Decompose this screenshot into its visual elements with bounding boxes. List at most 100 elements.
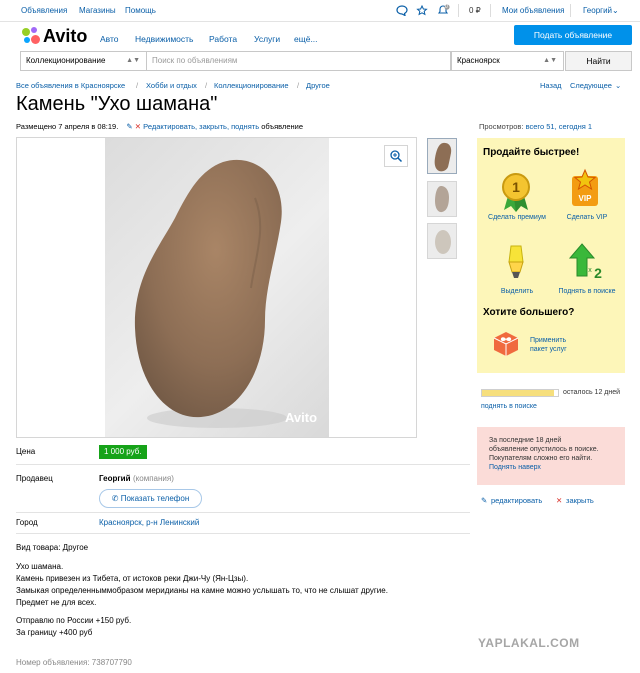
city-link[interactable]: Красноярск, р-н Ленинский [99,518,199,527]
promo-panel: Продайте быстрее! 1 Сделать премиум VIP … [477,138,625,373]
description-line: Предмет не для всех. [16,598,97,607]
description-line: Ухо шамана. [16,562,64,571]
svg-text:1: 1 [512,179,520,195]
expiry-progress-fill [482,390,555,396]
seller-name[interactable]: Георгий [99,474,131,483]
warning-line-1: За последние 18 дней [489,437,562,444]
ranking-warning: За последние 18 дней объявление опустило… [477,427,625,485]
pencil-icon[interactable]: ✎ [481,496,487,505]
apply-bundle-link-2[interactable]: пакет услуг [530,346,567,353]
nav-jobs[interactable]: Работа [209,34,237,44]
chevron-down-icon[interactable]: ⌄ [615,81,621,90]
nav-shops-link[interactable]: Магазины [79,6,116,15]
price-value: 1 000 руб. [99,445,147,459]
pager-next[interactable]: Следующее [570,81,612,90]
raise-to-top-link[interactable]: Поднять наверх [489,463,619,472]
pager-back[interactable]: Назад [540,81,562,90]
breadcrumb-all[interactable]: Все объявления в Красноярске [16,81,125,90]
promo-title: Продайте быстрее! [483,147,580,158]
page-title: Камень "Ухо шамана" [16,93,218,115]
divider [490,4,491,17]
photo-thumbnail[interactable] [427,181,457,217]
seller-type: (компания) [133,474,174,483]
photo-thumbnail[interactable] [427,138,457,174]
photo-watermark: Avito [285,410,318,425]
ad-number: Номер объявления: 738707790 [16,658,132,667]
logo-text[interactable]: Avito [43,26,87,47]
warning-line-2: объявление опустилось в поиске. [489,446,599,453]
breadcrumb-separator: / [205,81,208,90]
views-value[interactable]: всего 51, сегодня 1 [526,122,593,131]
top-bar: Объявления Магазины Помощь 0 0 ₽ Мои объ… [0,0,640,22]
search-input[interactable]: Поиск по объявлениям [147,51,451,71]
highlighter-icon[interactable] [501,242,531,282]
nav-services[interactable]: Услуги [254,34,280,44]
chat-icon[interactable] [396,5,408,16]
favorites-icon[interactable] [416,5,428,16]
edit-link[interactable]: редактировать [491,496,542,505]
make-premium-link[interactable]: Сделать премиум [479,214,555,221]
stone-photo-image [134,159,287,428]
days-remaining: осталось 12 дней [563,389,621,396]
svg-text:VIP: VIP [579,194,593,203]
breadcrumb-other[interactable]: Другое [306,81,330,90]
avito-logo-icon[interactable] [22,27,40,45]
nav-more[interactable]: ещё... [294,34,318,44]
category-select[interactable]: Коллекционирование ▲▼ [20,51,147,71]
post-ad-button[interactable]: Подать объявление [514,25,632,45]
photo-thumbnail[interactable] [427,223,457,259]
raise-in-search-link[interactable]: Поднять в поиске [547,288,627,295]
shipping-russia: Отправлю по России +150 руб. [16,616,132,625]
close-link[interactable]: закрыть [566,496,594,505]
phone-icon: ✆ [111,494,119,503]
pencil-icon[interactable]: ✎ [126,122,132,131]
nav-ads-link[interactable]: Объявления [21,6,67,15]
close-x-icon[interactable]: ✕ [135,122,141,131]
price-label: Цена [16,447,36,456]
make-vip-link[interactable]: Сделать VIP [549,214,625,221]
raise-arrow-icon[interactable]: 2 x [568,242,604,282]
close-x-icon[interactable]: ✕ [556,496,562,505]
vip-star-icon[interactable]: VIP [568,168,602,210]
notify-count: 0 [445,4,448,10]
expiry-progress-bar [481,389,559,397]
zoom-magnifier-icon [390,150,403,163]
premium-medal-icon[interactable]: 1 [499,170,533,212]
breadcrumb-collecting[interactable]: Коллекционирование [214,81,288,90]
services-bundle-icon[interactable] [491,328,521,358]
zoom-button[interactable] [384,145,408,167]
search-button[interactable]: Найти [565,51,632,71]
breadcrumb-separator: / [297,81,300,90]
nav-auto[interactable]: Авто [100,34,119,44]
item-type: Вид товара: Другое [16,543,89,552]
nav-realty[interactable]: Недвижимость [135,34,193,44]
divider [570,4,571,17]
views-counter: Просмотров: всего 51, сегодня 1 [479,122,593,131]
description-line: Камень привезен из Тибета, от истоков ре… [16,574,249,583]
svg-text:2: 2 [594,265,602,281]
breadcrumb-hobby[interactable]: Хобби и отдых [146,81,197,90]
divider [16,464,470,465]
posted-date: Размещено 7 апреля в 08:19. [16,122,119,131]
my-ads-link[interactable]: Мои объявления [502,6,564,15]
apply-bundle-link[interactable]: Применить [530,337,566,344]
divider [16,533,470,534]
city-value: Красноярск [457,56,500,65]
show-phone-label: Показать телефон [120,494,190,503]
wallet-balance[interactable]: 0 ₽ [469,6,481,15]
nav-help-link[interactable]: Помощь [125,6,156,15]
show-phone-button[interactable]: ✆ Показать телефон [99,489,202,508]
user-menu[interactable]: Георгий [583,6,612,15]
divider [458,4,459,17]
updown-arrow-icon: ▲▼ [126,57,140,64]
more-title: Хотите большего? [483,307,575,318]
city-select[interactable]: Красноярск ▲▼ [451,51,564,71]
raise-in-search-link-2[interactable]: поднять в поиске [481,403,537,410]
city-label: Город [16,518,38,527]
chevron-down-icon[interactable]: ⌄ [612,6,619,15]
site-watermark: YAPLAKAL.COM [478,636,580,650]
seller-label: Продавец [16,474,53,483]
highlight-link[interactable]: Выделить [479,288,555,295]
breadcrumb-separator: / [136,81,139,90]
edit-close-raise-link[interactable]: Редактировать, закрыть, поднять [143,122,259,131]
